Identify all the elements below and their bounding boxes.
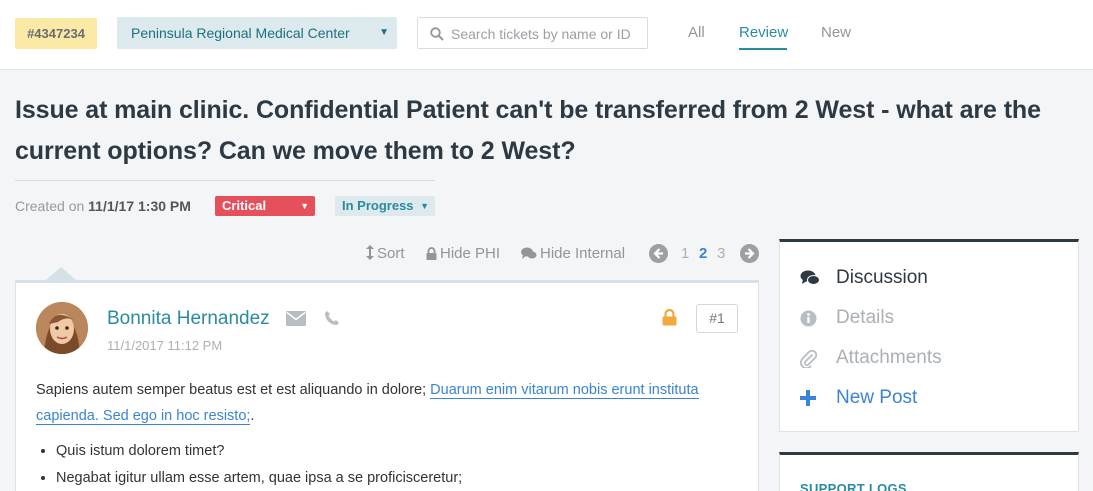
ticket-title: Issue at main clinic. Confidential Patie…: [15, 96, 1041, 165]
post-text-end: .: [250, 408, 255, 424]
top-bar: #4347234 Peninsula Regional Medical Cent…: [0, 0, 1093, 70]
post-body: Sapiens autem semper beatus est et est a…: [36, 377, 726, 429]
phone-icon[interactable]: [324, 310, 340, 326]
title-divider: [15, 180, 435, 181]
status-value: In Progress: [342, 198, 414, 213]
card-pointer: [46, 267, 76, 280]
arrow-left-icon: [653, 248, 663, 259]
tab-new[interactable]: New: [821, 24, 851, 41]
hide-phi-button[interactable]: Hide PHI: [426, 245, 500, 262]
nav-details-label: Details: [836, 307, 895, 328]
hide-phi-label: Hide PHI: [440, 245, 501, 262]
support-logs-panel: SUPPORT LOGS: [779, 452, 1079, 491]
tab-all[interactable]: All: [688, 24, 705, 41]
ticket-nav-panel: Discussion Details Attachments New Post: [779, 239, 1079, 432]
sort-icon: [366, 245, 374, 260]
search-box[interactable]: [417, 17, 648, 49]
sort-label: Sort: [377, 245, 405, 262]
caret-down-icon: ▼: [300, 201, 309, 211]
hide-internal-button[interactable]: Hide Internal: [521, 245, 625, 262]
hide-internal-label: Hide Internal: [540, 245, 626, 262]
mail-icon[interactable]: [286, 311, 306, 326]
post-text: Sapiens autem semper beatus est et est a…: [36, 382, 427, 398]
post-number-badge[interactable]: #1: [696, 304, 738, 333]
post-author[interactable]: Bonnita Hernandez: [107, 308, 270, 330]
nav-new-post-label: New Post: [836, 387, 918, 408]
active-tab-indicator: [739, 48, 787, 50]
priority-value: Critical: [222, 198, 267, 213]
plus-icon: [800, 390, 816, 406]
tab-review[interactable]: Review: [739, 24, 788, 41]
next-page-button[interactable]: [740, 244, 759, 263]
sort-button[interactable]: Sort: [366, 245, 405, 262]
paperclip-icon: [800, 350, 817, 368]
ticket-id-badge: #4347234: [15, 18, 97, 49]
caret-down-icon: ▼: [420, 201, 429, 211]
lock-icon[interactable]: [662, 309, 677, 326]
avatar: [36, 302, 88, 354]
facility-select[interactable]: Peninsula Regional Medical Center ▼: [117, 17, 397, 49]
list-item: Negabat igitur ullam esse artem, quae ip…: [56, 465, 462, 491]
post-bullet-list: Quis istum dolorem timet? Negabat igitur…: [56, 438, 462, 491]
priority-select[interactable]: Critical ▼: [215, 196, 315, 216]
page-1[interactable]: 1: [681, 245, 689, 262]
caret-down-icon: ▼: [379, 27, 389, 38]
status-select[interactable]: In Progress ▼: [335, 196, 435, 216]
comments-icon: [800, 270, 820, 285]
search-input[interactable]: [451, 24, 641, 44]
lock-icon: [426, 247, 437, 260]
info-icon: [800, 310, 817, 327]
list-item: Quis istum dolorem timet?: [56, 438, 462, 465]
created-meta: Created on 11/1/17 1:30 PM: [15, 198, 191, 214]
page-2[interactable]: 2: [699, 245, 707, 262]
nav-attachments-label: Attachments: [836, 347, 942, 368]
arrow-right-icon: [745, 248, 755, 259]
comments-icon: [521, 247, 537, 259]
post-card: Bonnita Hernandez 11/1/2017 11:12 PM #1 …: [15, 280, 759, 491]
nav-discussion-label: Discussion: [836, 267, 928, 288]
page-3[interactable]: 3: [717, 245, 725, 262]
created-label: Created on: [15, 198, 85, 214]
support-logs-title: SUPPORT LOGS: [800, 481, 907, 491]
search-icon: [430, 27, 444, 41]
facility-select-value: Peninsula Regional Medical Center: [131, 25, 350, 41]
created-value: 11/1/17 1:30 PM: [88, 198, 191, 214]
prev-page-button[interactable]: [649, 244, 668, 263]
post-date: 11/1/2017 11:12 PM: [107, 338, 223, 353]
